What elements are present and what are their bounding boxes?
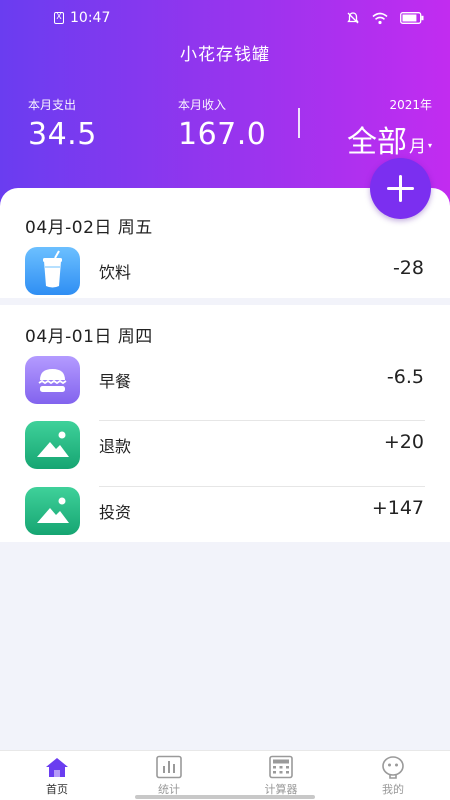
tab-label: 我的 [382,783,404,796]
status-time: 10:47 [70,10,111,26]
day-date-header: 04月-01日 周四 [25,327,153,347]
monthly-income: 本月收入 167.0 [178,96,266,152]
day-group: 04月-01日 周四 早餐 -6.5 退款 +20 投资 +147 [0,305,450,542]
transaction-item[interactable]: 退款 +20 [0,417,450,473]
tab-home[interactable]: 首页 [22,755,92,797]
mountain-image-icon [25,487,80,535]
expense-label: 本月支出 [28,98,77,112]
range-month-toggle[interactable]: 月 [409,132,426,157]
income-label: 本月收入 [178,98,227,112]
profile-face-icon [382,756,404,779]
bottom-tab-bar: 首页 统计 计算器 我的 [0,750,450,800]
dropdown-caret-icon[interactable]: ▾ [428,141,432,150]
transaction-item[interactable]: 早餐 -6.5 [0,352,450,408]
burger-icon [25,356,80,404]
tab-profile[interactable]: 我的 [358,755,428,797]
transaction-label: 退款 [99,437,132,456]
mountain-image-icon [25,421,80,469]
date-range-selector[interactable]: 2021年 全部 月 ▾ [347,96,432,161]
status-bar: X 10:47 [0,0,450,38]
tab-statistics[interactable]: 统计 [134,755,204,797]
range-all-label[interactable]: 全部 [347,117,407,161]
transaction-item[interactable]: 饮料 -28 [0,243,450,299]
wifi-icon [372,12,388,24]
drink-cup-icon [25,247,80,295]
transaction-amount: -6.5 [386,366,424,388]
mute-bell-icon [347,12,359,24]
divider [298,108,300,138]
tab-label: 首页 [46,783,68,796]
income-value: 167.0 [178,117,267,152]
transaction-label: 早餐 [99,372,132,391]
transaction-amount: +147 [371,497,424,519]
calculator-icon [269,755,293,779]
home-icon [46,758,68,777]
transaction-label: 投资 [99,503,132,522]
transaction-label: 饮料 [99,263,132,282]
transaction-item[interactable]: 投资 +147 [0,483,450,539]
add-record-button[interactable] [370,158,431,219]
transaction-amount: +20 [383,431,424,453]
monthly-expense: 本月支出 34.5 [28,96,97,152]
day-date-header: 04月-02日 周五 [25,218,153,238]
bar-chart-icon [156,755,182,779]
transaction-amount: -28 [392,257,424,279]
expense-value: 34.5 [28,117,97,152]
sim-icon: X [54,12,64,24]
year-label[interactable]: 2021年 [347,96,432,113]
battery-icon [400,12,424,24]
app-title: 小花存钱罐 [180,45,270,65]
tab-calculator[interactable]: 计算器 [246,755,316,797]
home-indicator [135,795,315,799]
